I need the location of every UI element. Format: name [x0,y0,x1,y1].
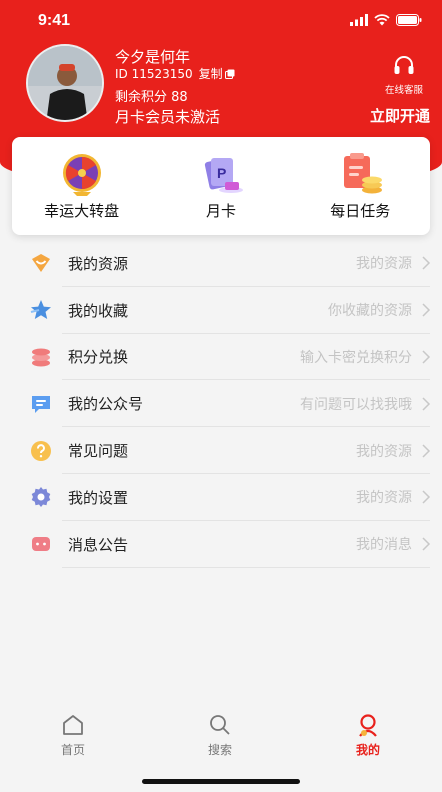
menu-hint: 我的资源 [356,256,412,273]
menu-label: 我的设置 [68,488,129,507]
battery-icon [396,14,422,26]
feature-daily-task[interactable]: 每日任务 [300,152,420,221]
tab-label: 搜索 [207,743,232,757]
menu-item-settings[interactable]: 我的设置 我的资源 [0,474,442,521]
profile-icon [359,714,377,737]
signal-icon [350,14,368,26]
menu-hint: 我的资源 [356,443,412,460]
copy-id-button[interactable]: 复制 [199,65,235,82]
activate-button[interactable]: 立即开通 [370,105,430,126]
menu-hint: 有问题可以找我哦 [300,396,412,413]
menu-label: 积分兑换 [68,348,129,367]
remaining-points: 剩余积分 88 [115,90,188,105]
menu-item-my-resources[interactable]: 我的资源 我的资源 [0,240,442,287]
lucky-wheel-icon [62,153,101,196]
home-icon [63,715,83,735]
menu-label: 我的资源 [68,254,129,273]
menu-item-announcements[interactable]: 消息公告 我的消息 [0,521,442,568]
online-service-label: 在线客服 [384,85,423,96]
menu-hint: 我的资源 [356,490,412,507]
menu-item-favorites[interactable]: 我的收藏 你收藏的资源 [0,287,442,334]
wifi-icon [374,14,390,26]
chevron-right-icon [422,303,431,317]
feature-card: 幸运大转盘 P 月卡 每日任务 [12,137,430,235]
feature-lucky-wheel[interactable]: 幸运大转盘 [22,152,142,221]
user-id: ID 11523150 [115,66,193,81]
notice-icon [32,537,50,552]
feature-month-card[interactable]: P 月卡 [161,152,281,221]
daily-task-icon [344,152,383,193]
menu-item-official-account[interactable]: 我的公众号 有问题可以找我哦 [0,380,442,427]
menu-hint: 你收藏的资源 [328,303,412,320]
menu-hint: 输入卡密兑换积分 [300,349,412,366]
status-time: 9:41 [38,12,71,29]
feature-label: 幸运大转盘 [44,201,120,220]
avatar[interactable] [26,44,104,122]
tab-label: 我的 [355,743,380,757]
heart-diamond-icon [32,254,50,273]
tab-search[interactable]: 搜索 [190,712,250,758]
search-icon [210,715,230,735]
coins-icon [32,348,50,367]
chevron-right-icon [422,444,431,458]
menu-item-faq[interactable]: 常见问题 我的资源 [0,427,442,474]
tab-mine[interactable]: 我的 [338,712,398,758]
star-icon [30,300,51,320]
menu-label: 我的收藏 [68,301,129,320]
username: 今夕是何年 [115,48,191,66]
feature-label: 每日任务 [330,201,391,220]
tab-home[interactable]: 首页 [43,712,103,758]
headset-icon [394,56,414,74]
svg-text:P: P [217,165,226,181]
home-indicator [142,779,300,784]
status-icons [350,14,422,26]
status-bar: 9:41 [0,0,442,42]
chevron-right-icon [422,397,431,411]
chevron-right-icon [422,256,431,270]
gear-icon [31,487,51,508]
message-icon [32,395,50,413]
menu-hint: 我的消息 [356,537,412,554]
member-status: 月卡会员未激活 [115,108,221,126]
online-service-button[interactable]: 在线客服 [378,56,430,96]
copy-label: 复制 [198,67,223,81]
menu-list: 我的资源 我的资源 我的收藏 你收藏的资源 积分兑换 输入卡密兑换积分 我的公众… [0,240,442,568]
menu-item-points-exchange[interactable]: 积分兑换 输入卡密兑换积分 [0,334,442,381]
month-card-icon: P [204,157,243,193]
tab-label: 首页 [60,743,85,757]
user-id-row: ID 11523150 复制 [115,65,235,82]
chevron-right-icon [422,350,431,364]
menu-label: 我的公众号 [68,395,144,414]
menu-label: 消息公告 [68,535,129,554]
copy-icon [224,69,235,79]
question-icon [31,440,51,461]
chevron-right-icon [422,490,431,504]
feature-label: 月卡 [205,201,236,220]
chevron-right-icon [422,537,431,551]
menu-label: 常见问题 [68,442,129,461]
